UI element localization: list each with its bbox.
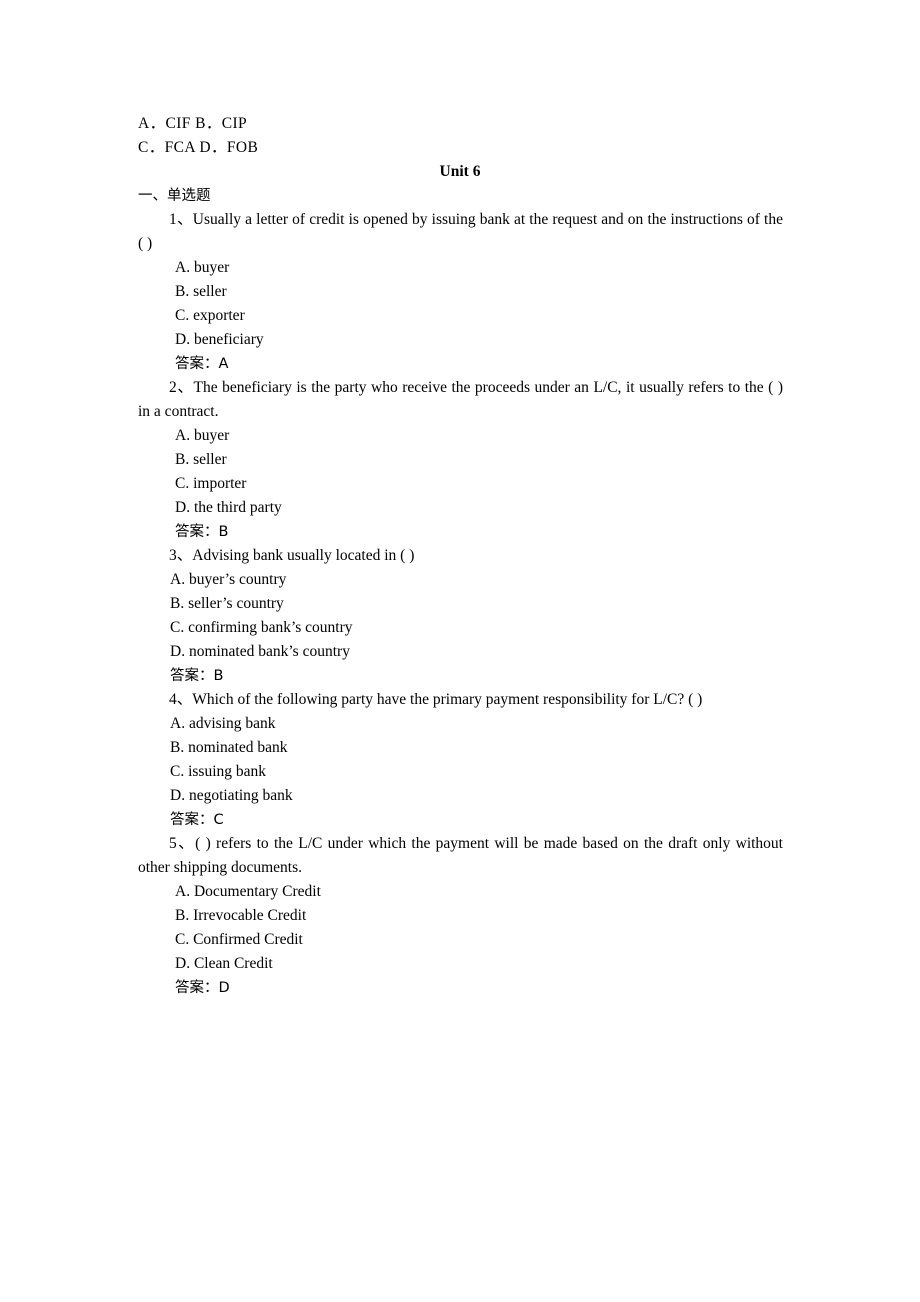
unit-heading: Unit 6	[439, 163, 481, 180]
question-stem: 1、Usually a letter of credit is opened b…	[138, 211, 783, 252]
answer-line: 答案：B	[175, 524, 229, 540]
question-option: A. buyer	[175, 427, 230, 444]
answer-line: 答案：D	[175, 980, 230, 996]
carryover-option-line-1: A．CIF B．CIP	[138, 115, 248, 132]
section-heading: 一、单选题	[138, 188, 211, 204]
question-option: B. seller	[175, 451, 227, 468]
answer-line: 答案：A	[175, 356, 229, 372]
question-stem: 2、The beneficiary is the party who recei…	[138, 379, 783, 420]
question-stem: 5、( ) refers to the L/C under which the …	[138, 835, 783, 876]
document-body: A．CIF B．CIP C．FCA D．FOB Unit 6 一、单选题 1、U…	[138, 112, 783, 1000]
question-option: D. beneficiary	[175, 331, 264, 348]
question-option: A. buyer’s country	[170, 571, 287, 588]
question-option: C. exporter	[175, 307, 245, 324]
question-block: 3、Advising bank usually located in ( ) A…	[138, 544, 783, 688]
question-block: 5、( ) refers to the L/C under which the …	[138, 832, 783, 1000]
question-option: C. importer	[175, 475, 247, 492]
question-option: C. issuing bank	[170, 763, 267, 780]
question-stem: 3、Advising bank usually located in ( )	[169, 547, 415, 564]
answer-line: 答案：B	[170, 668, 224, 684]
carryover-option-line-2: C．FCA D．FOB	[138, 139, 259, 156]
question-option: A. buyer	[175, 259, 230, 276]
question-option: B. seller’s country	[170, 595, 284, 612]
question-option: C. Confirmed Credit	[175, 931, 303, 948]
question-option: B. seller	[175, 283, 227, 300]
document-page: A．CIF B．CIP C．FCA D．FOB Unit 6 一、单选题 1、U…	[0, 0, 920, 1302]
answer-line: 答案：C	[170, 812, 224, 828]
question-block: 1、Usually a letter of credit is opened b…	[138, 208, 783, 376]
question-block: 4、Which of the following party have the …	[138, 688, 783, 832]
question-option: B. Irrevocable Credit	[175, 907, 307, 924]
question-option: D. negotiating bank	[170, 787, 293, 804]
question-option: D. Clean Credit	[175, 955, 273, 972]
question-option: D. the third party	[175, 499, 282, 516]
question-option: B. nominated bank	[170, 739, 288, 756]
question-option: A. advising bank	[170, 715, 276, 732]
question-option: C. confirming bank’s country	[170, 619, 353, 636]
question-block: 2、The beneficiary is the party who recei…	[138, 376, 783, 544]
question-option: D. nominated bank’s country	[170, 643, 350, 660]
question-option: A. Documentary Credit	[175, 883, 321, 900]
question-stem: 4、Which of the following party have the …	[169, 691, 703, 708]
